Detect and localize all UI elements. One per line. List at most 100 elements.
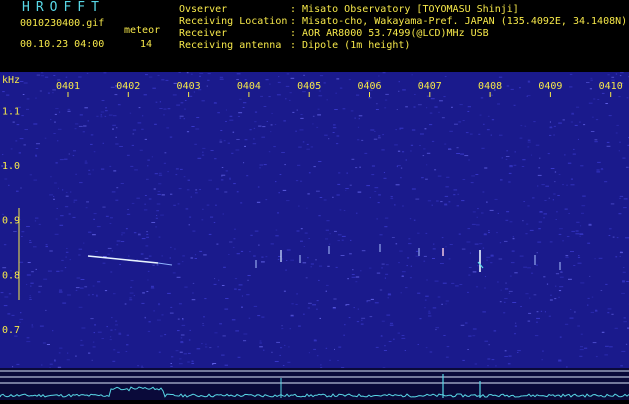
noise-speck — [559, 174, 561, 175]
noise-speck — [189, 340, 191, 341]
noise-speck — [576, 231, 579, 232]
noise-speck — [215, 205, 217, 206]
noise-speck — [136, 198, 140, 199]
noise-speck — [326, 348, 327, 349]
noise-speck — [289, 100, 291, 101]
noise-speck — [351, 110, 354, 111]
noise-speck — [495, 199, 498, 200]
noise-speck — [166, 127, 169, 128]
noise-speck — [142, 115, 143, 116]
noise-speck — [589, 103, 593, 104]
noise-speck — [149, 199, 152, 200]
noise-speck — [257, 315, 260, 316]
noise-speck — [88, 353, 90, 354]
noise-speck — [369, 268, 372, 269]
noise-speck — [554, 298, 556, 299]
noise-speck — [224, 309, 228, 310]
noise-speck — [476, 286, 478, 287]
noise-speck — [272, 113, 273, 114]
noise-speck — [400, 177, 401, 178]
noise-speck — [590, 80, 592, 81]
time-tick-label: 0406 — [357, 81, 381, 92]
noise-speck — [527, 205, 529, 206]
noise-speck — [626, 167, 629, 168]
noise-speck — [607, 142, 610, 143]
noise-speck — [50, 364, 53, 365]
noise-speck — [203, 323, 204, 324]
noise-speck — [550, 295, 551, 296]
noise-speck — [566, 185, 568, 186]
noise-speck — [544, 200, 546, 201]
noise-speck — [608, 308, 612, 309]
noise-speck — [32, 326, 34, 327]
noise-speck — [88, 295, 90, 296]
noise-speck — [314, 340, 317, 341]
noise-speck — [520, 138, 523, 139]
noise-speck — [417, 293, 420, 294]
noise-speck — [358, 127, 359, 128]
noise-speck — [58, 188, 59, 189]
noise-speck — [484, 168, 487, 169]
noise-speck — [428, 316, 431, 317]
noise-speck — [60, 225, 64, 226]
noise-speck — [240, 202, 242, 203]
noise-speck — [329, 244, 330, 245]
noise-speck — [324, 135, 328, 136]
noise-speck — [233, 132, 235, 133]
noise-speck — [396, 184, 400, 185]
noise-speck — [255, 112, 257, 113]
noise-speck — [126, 228, 128, 229]
noise-speck — [88, 174, 91, 175]
noise-speck — [155, 173, 158, 174]
noise-speck — [296, 304, 298, 305]
noise-speck — [338, 347, 341, 348]
noise-speck — [177, 277, 181, 278]
noise-speck — [570, 74, 572, 75]
noise-speck — [112, 361, 115, 362]
noise-speck — [145, 258, 149, 259]
noise-speck — [506, 220, 509, 221]
noise-speck — [378, 76, 379, 77]
noise-speck — [170, 366, 172, 367]
noise-speck — [73, 217, 76, 218]
noise-speck — [525, 293, 528, 294]
noise-speck — [597, 99, 599, 100]
noise-speck — [509, 293, 510, 294]
noise-speck — [4, 179, 7, 180]
noise-speck — [490, 262, 492, 263]
noise-speck — [90, 318, 93, 319]
noise-speck — [504, 302, 506, 303]
noise-speck — [358, 309, 359, 310]
noise-speck — [411, 145, 413, 146]
noise-speck — [444, 205, 447, 206]
noise-speck — [420, 134, 424, 135]
noise-speck — [376, 103, 377, 104]
noise-speck — [191, 74, 193, 75]
noise-speck — [269, 84, 270, 85]
noise-speck — [6, 95, 9, 96]
noise-speck — [318, 280, 320, 281]
noise-speck — [593, 342, 597, 343]
noise-speck — [532, 197, 534, 198]
noise-speck — [67, 295, 71, 296]
noise-speck — [153, 265, 155, 266]
noise-speck — [2, 267, 6, 268]
noise-speck — [473, 211, 476, 212]
noise-speck — [470, 134, 473, 135]
noise-speck — [234, 229, 236, 230]
noise-speck — [499, 259, 503, 260]
noise-speck — [249, 318, 251, 319]
noise-speck — [146, 245, 149, 246]
noise-speck — [61, 260, 64, 261]
noise-speck — [337, 360, 338, 361]
noise-speck — [497, 282, 499, 283]
noise-speck — [296, 293, 298, 294]
time-tick-label: 0409 — [538, 81, 562, 92]
noise-speck — [281, 328, 283, 329]
noise-speck — [236, 150, 240, 151]
noise-speck — [204, 298, 206, 299]
noise-speck — [217, 112, 220, 113]
noise-speck — [83, 243, 84, 244]
noise-speck — [241, 306, 243, 307]
noise-speck — [401, 168, 402, 169]
